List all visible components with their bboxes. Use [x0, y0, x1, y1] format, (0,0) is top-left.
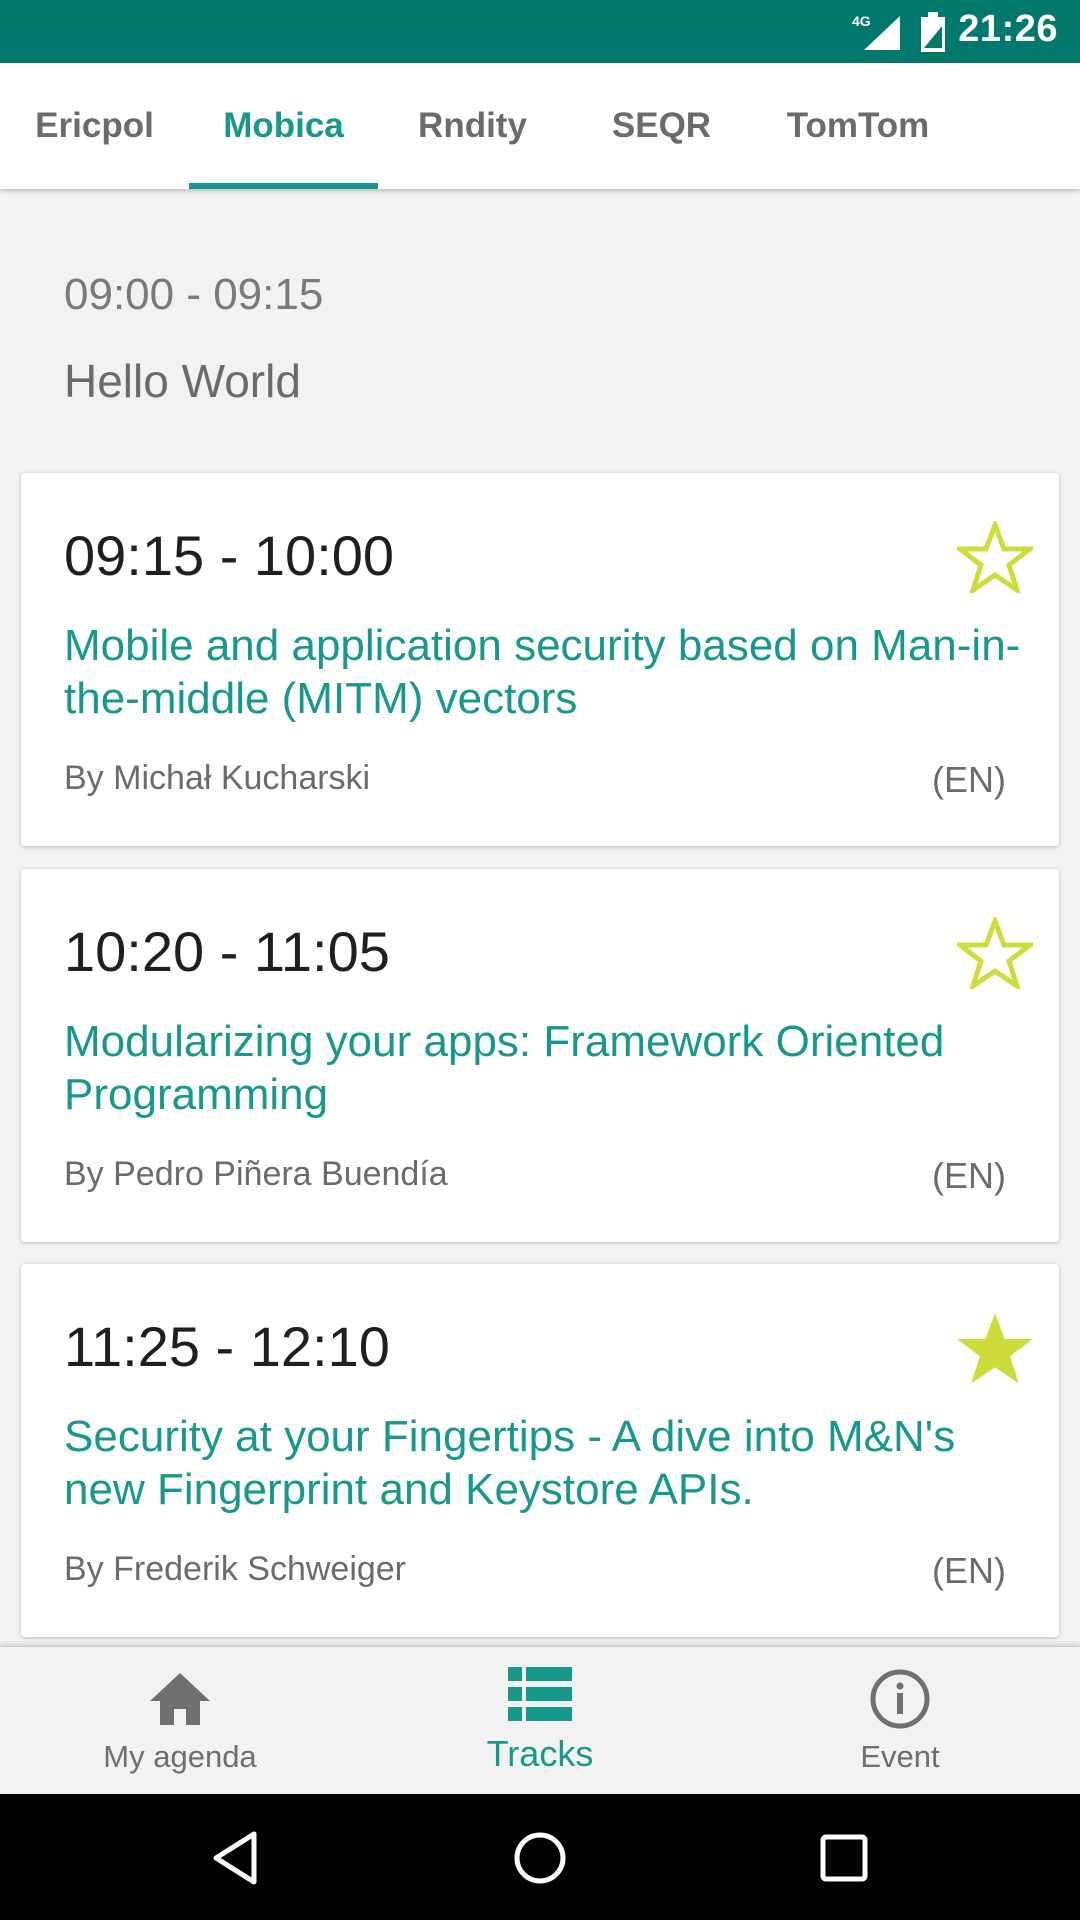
session-card[interactable]: 11:25 - 12:10 Security at your Fingertip…	[21, 1264, 1059, 1637]
break-item: 09:00 - 09:15 Hello World	[64, 270, 323, 408]
star-outline-icon[interactable]	[957, 521, 1033, 593]
status-bar: 4G 21:26	[0, 0, 1080, 63]
tab-mobica[interactable]: Mobica	[189, 63, 378, 189]
nav-tracks[interactable]: Tracks	[360, 1647, 720, 1795]
system-navigation-bar	[0, 1794, 1080, 1920]
nav-my-agenda-label: My agenda	[103, 1739, 257, 1774]
nav-event[interactable]: Event	[720, 1647, 1080, 1795]
nav-event-label: Event	[860, 1739, 940, 1774]
recents-icon[interactable]	[814, 1828, 874, 1888]
session-time: 11:25 - 12:10	[64, 1315, 390, 1378]
session-title: Mobile and application security based on…	[64, 621, 1021, 723]
active-tab-indicator	[189, 183, 378, 189]
session-language: (EN)	[932, 1550, 1006, 1591]
battery-icon	[921, 12, 945, 52]
break-time: 09:00 - 09:15	[64, 270, 324, 319]
home-icon	[150, 1673, 210, 1725]
bottom-navigation: My agenda Tracks Event	[0, 1646, 1080, 1794]
tab-seqr[interactable]: SEQR	[567, 63, 756, 189]
nav-my-agenda[interactable]: My agenda	[0, 1647, 360, 1795]
track-tabs: Ericpol Mobica Rndity SEQR TomTom	[0, 63, 1080, 189]
session-time: 09:15 - 10:00	[64, 524, 395, 587]
back-icon[interactable]	[206, 1828, 266, 1888]
status-time: 21:26	[958, 8, 1058, 50]
info-icon	[870, 1669, 930, 1729]
tab-rndity[interactable]: Rndity	[378, 63, 567, 189]
session-time: 10:20 - 11:05	[64, 920, 390, 983]
session-language: (EN)	[932, 759, 1006, 800]
session-speaker: By Frederik Schweiger	[64, 1550, 407, 1588]
star-filled-icon[interactable]	[957, 1312, 1033, 1384]
nav-tracks-label: Tracks	[486, 1733, 594, 1774]
break-title: Hello World	[64, 355, 301, 407]
tab-tomtom[interactable]: TomTom	[756, 63, 960, 189]
home-circle-icon[interactable]	[510, 1828, 570, 1888]
star-outline-icon[interactable]	[957, 917, 1033, 989]
list-icon	[508, 1667, 572, 1721]
session-language: (EN)	[932, 1155, 1006, 1196]
session-card[interactable]: 09:15 - 10:00 Mobile and application sec…	[21, 473, 1059, 846]
session-title: Security at your Fingertips - A dive int…	[64, 1412, 956, 1514]
session-card[interactable]: 10:20 - 11:05 Modularizing your apps: Fr…	[21, 869, 1059, 1242]
session-speaker: By Pedro Piñera Buendía	[64, 1155, 448, 1193]
signal-4g-icon: 4G	[852, 13, 900, 50]
session-speaker: By Michał Kucharski	[64, 759, 371, 797]
tab-ericpol[interactable]: Ericpol	[0, 63, 189, 189]
network-type-label: 4G	[852, 13, 871, 29]
session-title: Modularizing your apps: Framework Orient…	[64, 1017, 945, 1119]
